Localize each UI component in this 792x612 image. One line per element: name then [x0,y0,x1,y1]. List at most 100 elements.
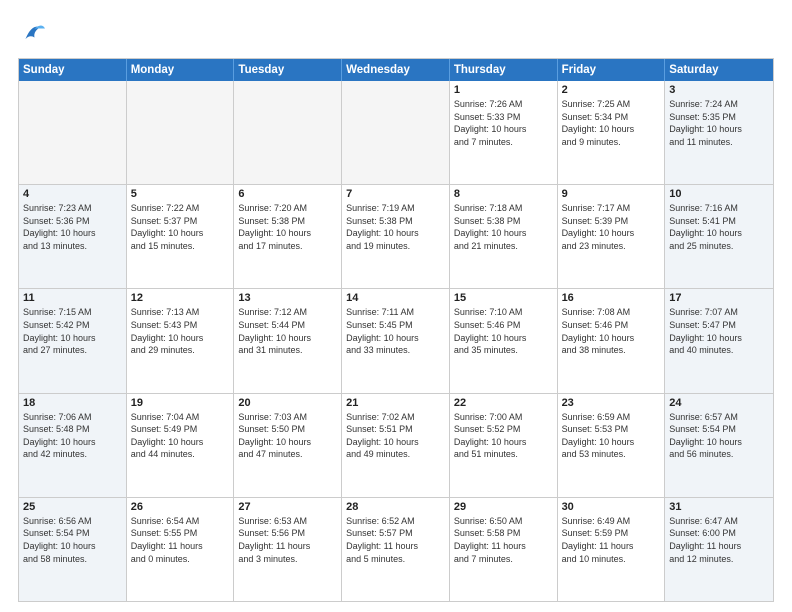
day-number: 6 [238,188,337,200]
header [18,18,774,48]
calendar-cell: 2 Sunrise: 7:25 AM Sunset: 5:34 PM Daylig… [558,81,666,184]
page: SundayMondayTuesdayWednesdayThursdayFrid… [0,0,792,612]
day-number: 20 [238,397,337,409]
day-number: 10 [669,188,769,200]
calendar-cell: 9 Sunrise: 7:17 AM Sunset: 5:39 PM Daylig… [558,185,666,288]
calendar-cell [342,81,450,184]
day-number: 5 [131,188,230,200]
day-number: 12 [131,292,230,304]
day-info: Sunrise: 7:07 AM Sunset: 5:47 PM Dayligh… [669,306,769,356]
calendar: SundayMondayTuesdayWednesdayThursdayFrid… [18,58,774,602]
day-number: 28 [346,501,445,513]
calendar-cell: 3 Sunrise: 7:24 AM Sunset: 5:35 PM Daylig… [665,81,773,184]
calendar-cell: 27 Sunrise: 6:53 AM Sunset: 5:56 PM Dayli… [234,498,342,601]
calendar-cell: 21 Sunrise: 7:02 AM Sunset: 5:51 PM Dayli… [342,394,450,497]
day-info: Sunrise: 7:23 AM Sunset: 5:36 PM Dayligh… [23,202,122,252]
day-info: Sunrise: 7:18 AM Sunset: 5:38 PM Dayligh… [454,202,553,252]
calendar-cell: 28 Sunrise: 6:52 AM Sunset: 5:57 PM Dayli… [342,498,450,601]
calendar-cell [19,81,127,184]
calendar-cell: 17 Sunrise: 7:07 AM Sunset: 5:47 PM Dayli… [665,289,773,392]
calendar-cell: 26 Sunrise: 6:54 AM Sunset: 5:55 PM Dayli… [127,498,235,601]
day-info: Sunrise: 7:25 AM Sunset: 5:34 PM Dayligh… [562,98,661,148]
day-number: 4 [23,188,122,200]
calendar-cell: 15 Sunrise: 7:10 AM Sunset: 5:46 PM Dayli… [450,289,558,392]
day-info: Sunrise: 7:10 AM Sunset: 5:46 PM Dayligh… [454,306,553,356]
weekday-header: Monday [127,59,235,81]
weekday-header: Saturday [665,59,773,81]
calendar-cell: 13 Sunrise: 7:12 AM Sunset: 5:44 PM Dayli… [234,289,342,392]
day-number: 21 [346,397,445,409]
calendar-cell: 8 Sunrise: 7:18 AM Sunset: 5:38 PM Daylig… [450,185,558,288]
day-number: 22 [454,397,553,409]
calendar-cell: 24 Sunrise: 6:57 AM Sunset: 5:54 PM Dayli… [665,394,773,497]
logo [18,18,52,48]
calendar-body: 1 Sunrise: 7:26 AM Sunset: 5:33 PM Daylig… [19,81,773,601]
calendar-cell: 25 Sunrise: 6:56 AM Sunset: 5:54 PM Dayli… [19,498,127,601]
calendar-cell: 5 Sunrise: 7:22 AM Sunset: 5:37 PM Daylig… [127,185,235,288]
day-number: 24 [669,397,769,409]
calendar-row: 18Sunrise: 7:06 AM Sunset: 5:48 PM Dayli… [19,394,773,498]
day-info: Sunrise: 7:11 AM Sunset: 5:45 PM Dayligh… [346,306,445,356]
day-number: 8 [454,188,553,200]
day-number: 27 [238,501,337,513]
calendar-row: 4 Sunrise: 7:23 AM Sunset: 5:36 PM Daylig… [19,185,773,289]
day-number: 19 [131,397,230,409]
day-info: Sunrise: 6:54 AM Sunset: 5:55 PM Dayligh… [131,515,230,565]
calendar-row: 1 Sunrise: 7:26 AM Sunset: 5:33 PM Daylig… [19,81,773,185]
day-info: Sunrise: 6:57 AM Sunset: 5:54 PM Dayligh… [669,411,769,461]
calendar-cell: 7Sunrise: 7:19 AM Sunset: 5:38 PM Daylig… [342,185,450,288]
day-info: Sunrise: 7:12 AM Sunset: 5:44 PM Dayligh… [238,306,337,356]
day-info: Sunrise: 6:59 AM Sunset: 5:53 PM Dayligh… [562,411,661,461]
day-number: 15 [454,292,553,304]
weekday-header: Wednesday [342,59,450,81]
day-number: 25 [23,501,122,513]
calendar-cell: 11Sunrise: 7:15 AM Sunset: 5:42 PM Dayli… [19,289,127,392]
day-info: Sunrise: 7:03 AM Sunset: 5:50 PM Dayligh… [238,411,337,461]
calendar-cell: 20 Sunrise: 7:03 AM Sunset: 5:50 PM Dayli… [234,394,342,497]
calendar-cell: 6 Sunrise: 7:20 AM Sunset: 5:38 PM Daylig… [234,185,342,288]
calendar-cell: 19 Sunrise: 7:04 AM Sunset: 5:49 PM Dayli… [127,394,235,497]
day-number: 2 [562,84,661,96]
calendar-cell: 18Sunrise: 7:06 AM Sunset: 5:48 PM Dayli… [19,394,127,497]
day-number: 16 [562,292,661,304]
day-number: 1 [454,84,553,96]
day-number: 17 [669,292,769,304]
calendar-cell: 16Sunrise: 7:08 AM Sunset: 5:46 PM Dayli… [558,289,666,392]
day-number: 3 [669,84,769,96]
day-number: 7 [346,188,445,200]
day-info: Sunrise: 6:47 AM Sunset: 6:00 PM Dayligh… [669,515,769,565]
day-info: Sunrise: 6:56 AM Sunset: 5:54 PM Dayligh… [23,515,122,565]
day-number: 23 [562,397,661,409]
day-info: Sunrise: 7:26 AM Sunset: 5:33 PM Dayligh… [454,98,553,148]
calendar-row: 11Sunrise: 7:15 AM Sunset: 5:42 PM Dayli… [19,289,773,393]
day-info: Sunrise: 6:49 AM Sunset: 5:59 PM Dayligh… [562,515,661,565]
calendar-row: 25 Sunrise: 6:56 AM Sunset: 5:54 PM Dayli… [19,498,773,601]
calendar-cell: 14Sunrise: 7:11 AM Sunset: 5:45 PM Dayli… [342,289,450,392]
day-info: Sunrise: 7:17 AM Sunset: 5:39 PM Dayligh… [562,202,661,252]
day-number: 13 [238,292,337,304]
calendar-cell [234,81,342,184]
day-info: Sunrise: 7:02 AM Sunset: 5:51 PM Dayligh… [346,411,445,461]
calendar-cell: 12Sunrise: 7:13 AM Sunset: 5:43 PM Dayli… [127,289,235,392]
weekday-header: Friday [558,59,666,81]
day-info: Sunrise: 7:24 AM Sunset: 5:35 PM Dayligh… [669,98,769,148]
calendar-cell: 10Sunrise: 7:16 AM Sunset: 5:41 PM Dayli… [665,185,773,288]
day-info: Sunrise: 7:15 AM Sunset: 5:42 PM Dayligh… [23,306,122,356]
calendar-cell: 4 Sunrise: 7:23 AM Sunset: 5:36 PM Daylig… [19,185,127,288]
weekday-header: Sunday [19,59,127,81]
calendar-cell: 1 Sunrise: 7:26 AM Sunset: 5:33 PM Daylig… [450,81,558,184]
day-number: 9 [562,188,661,200]
day-info: Sunrise: 7:20 AM Sunset: 5:38 PM Dayligh… [238,202,337,252]
day-info: Sunrise: 7:22 AM Sunset: 5:37 PM Dayligh… [131,202,230,252]
day-info: Sunrise: 6:50 AM Sunset: 5:58 PM Dayligh… [454,515,553,565]
calendar-cell: 29 Sunrise: 6:50 AM Sunset: 5:58 PM Dayli… [450,498,558,601]
day-info: Sunrise: 6:52 AM Sunset: 5:57 PM Dayligh… [346,515,445,565]
day-info: Sunrise: 6:53 AM Sunset: 5:56 PM Dayligh… [238,515,337,565]
day-number: 30 [562,501,661,513]
weekday-header: Thursday [450,59,558,81]
day-info: Sunrise: 7:06 AM Sunset: 5:48 PM Dayligh… [23,411,122,461]
calendar-header: SundayMondayTuesdayWednesdayThursdayFrid… [19,59,773,81]
day-info: Sunrise: 7:04 AM Sunset: 5:49 PM Dayligh… [131,411,230,461]
day-number: 26 [131,501,230,513]
day-number: 29 [454,501,553,513]
